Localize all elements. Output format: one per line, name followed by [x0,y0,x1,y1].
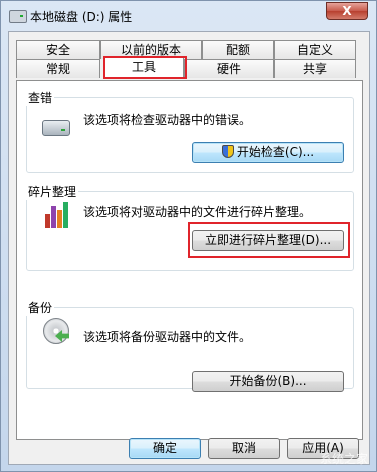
drive-icon [42,120,70,136]
defrag-group-title: 碎片整理 [26,183,79,200]
close-button[interactable]: X [326,2,368,20]
dialog-client: 安全 以前的版本 配额 自定义 常规 工具 硬件 共享 查错 该选项将检查驱动器… [8,31,370,465]
check-description: 该选项将检查驱动器中的错误。 [83,113,252,127]
watermark: 系统之家 [319,452,368,466]
check-now-label: 开始检查(C)... [236,145,315,159]
ok-button[interactable]: 确定 [129,438,201,459]
defrag-icon [45,202,69,228]
defrag-description: 该选项将对驱动器中的文件进行碎片整理。 [83,205,312,219]
backup-icon [43,318,71,344]
check-group-title: 查错 [26,89,55,106]
backup-group-title: 备份 [26,299,55,316]
tab-sharing[interactable]: 共享 [274,59,356,78]
title-bar[interactable]: 本地磁盘 (D:) 属性 X [1,1,376,31]
tab-general[interactable]: 常规 [16,59,100,78]
drive-icon [9,10,27,23]
tab-customize[interactable]: 自定义 [274,40,356,59]
window-title: 本地磁盘 (D:) 属性 [30,10,133,24]
tools-panel: 查错 该选项将检查驱动器中的错误。 开始检查(C)... 碎片整理 该选项将对驱… [16,80,363,440]
check-now-button[interactable]: 开始检查(C)... [192,142,344,163]
backup-description: 该选项将备份驱动器中的文件。 [83,330,252,344]
backup-now-button[interactable]: 开始备份(B)... [192,371,344,392]
defrag-button-highlight [188,222,350,258]
properties-window: 本地磁盘 (D:) 属性 X 安全 以前的版本 配额 自定义 常规 工具 硬件 … [0,0,377,472]
uac-shield-icon [221,145,234,158]
tools-tab-highlight [103,56,187,79]
cancel-button[interactable]: 取消 [208,438,280,459]
tab-hardware[interactable]: 硬件 [184,59,274,78]
tab-security[interactable]: 安全 [16,40,100,59]
tab-quota[interactable]: 配额 [202,40,274,59]
